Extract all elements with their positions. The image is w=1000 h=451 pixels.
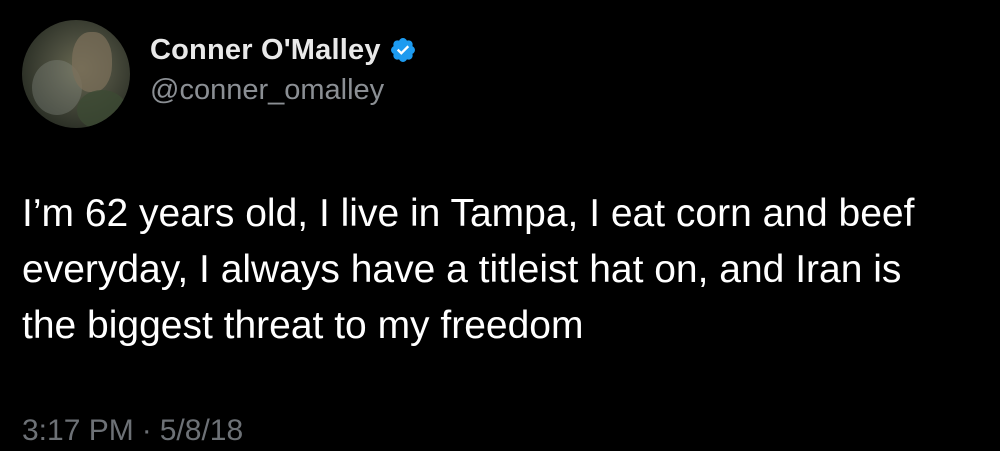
author-display-name[interactable]: Conner O'Malley [150, 34, 381, 67]
tweet-text-line: I’m 62 years old, I live in Tampa, I eat… [22, 192, 915, 235]
author-handle[interactable]: @conner_omalley [150, 74, 384, 107]
tweet-time: 3:17 PM [22, 414, 134, 447]
meta-separator: · [141, 414, 152, 447]
tweet-text: I’m 62 years old, I live in Tampa, I eat… [22, 186, 982, 354]
tweet-timestamp[interactable]: 3:17 PM · 5/8/18 [22, 414, 243, 448]
verified-badge-icon [389, 36, 417, 64]
avatar[interactable] [22, 20, 130, 128]
avatar-face [72, 32, 112, 92]
tweet-text-line: everyday, I always have a titleist hat o… [22, 248, 902, 291]
tweet-date: 5/8/18 [159, 414, 244, 447]
tweet-text-line: the biggest threat to my freedom [22, 304, 584, 347]
tweet-card: Conner O'Malley @conner_omalley I’m 62 y… [0, 0, 1000, 451]
avatar-body [77, 90, 127, 128]
author-name-row: Conner O'Malley [150, 28, 417, 72]
